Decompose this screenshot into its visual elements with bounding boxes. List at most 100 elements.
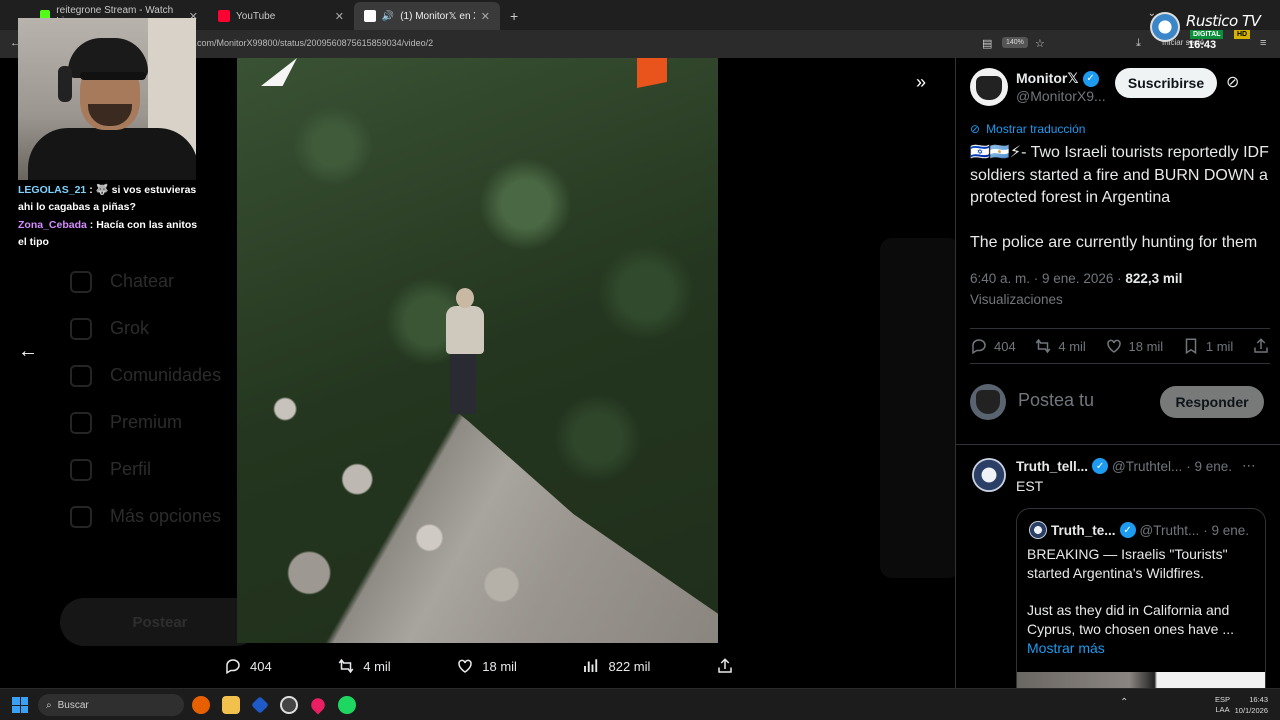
folder-icon[interactable] (222, 696, 240, 714)
reply-button[interactable]: 404 (224, 657, 272, 675)
chevron-up-icon[interactable]: ⌃ (1120, 697, 1128, 708)
verified-badge-icon: ✓ (1092, 458, 1109, 474)
tab-youtube[interactable]: YouTube ✕ (208, 2, 354, 30)
channel-tag: DIGITAL (1190, 30, 1224, 39)
zoom-badge[interactable]: 140% (1002, 37, 1028, 48)
hd-badge: HD (1234, 30, 1251, 39)
map-pin-icon[interactable] (308, 695, 328, 715)
avatar[interactable] (972, 458, 1006, 492)
tweet-text: 🇮🇱🇦🇷⚡- Two Israeli tourists reportedly I… (970, 142, 1270, 276)
back-arrow-icon[interactable]: ← (18, 340, 38, 363)
heart-icon (458, 659, 472, 673)
video-player[interactable] (237, 58, 718, 643)
views-label: Visualizaciones (970, 292, 1063, 307)
bookmark-icon (1185, 338, 1197, 355)
show-translation-link[interactable]: ⊘ Mostrar traducción (970, 122, 1085, 136)
share-button[interactable] (1252, 337, 1270, 355)
views-button[interactable]: 822 mil (582, 657, 650, 675)
quote-text: BREAKING — Israelis "Tourists" started A… (1027, 545, 1259, 658)
channel-logo: Rustico TV DIGITAL HD 16:43 (1150, 6, 1268, 54)
more-icon[interactable]: ⋯ (1242, 458, 1256, 474)
download-icon[interactable]: ⤓ (1136, 37, 1141, 50)
video-person (442, 288, 486, 418)
reply-icon (226, 659, 240, 675)
reply-button[interactable]: 404 (970, 337, 1016, 355)
mail-icon (70, 270, 92, 293)
show-more-link[interactable]: Mostrar más (1027, 640, 1105, 656)
grok-icon (70, 317, 92, 340)
expand-icon[interactable]: » (916, 72, 926, 93)
reply-author-name[interactable]: Truth_tell... (1016, 459, 1088, 474)
speaker-icon[interactable]: 🔊 (382, 11, 394, 22)
reply-author-handle[interactable]: @Truthtel... (1112, 459, 1182, 474)
youtube-icon (218, 10, 230, 22)
sidebar-item-more: Más opciones (70, 493, 221, 540)
like-button[interactable]: 18 mil (1105, 337, 1163, 355)
like-button[interactable]: 18 mil (456, 657, 517, 675)
author-name[interactable]: Monitor𝕏 ✓ (1016, 70, 1099, 87)
taskbar-clock[interactable]: 16:43 10/1/2026 (1235, 694, 1268, 716)
repost-button[interactable]: 4 mil (1034, 337, 1086, 355)
tweet-paragraph: 🇮🇱🇦🇷⚡- Two Israeli tourists reportedly I… (970, 144, 1269, 206)
repost-button[interactable]: 4 mil (337, 657, 391, 675)
bookmark-button[interactable]: 1 mil (1182, 337, 1233, 355)
avatar (970, 384, 1006, 420)
sidebar-nav: Chatear Grok Comunidades Premium Perfil … (70, 258, 221, 540)
reply-input[interactable]: Postea tu (1018, 390, 1094, 411)
language-indicator[interactable]: ESP LAA (1215, 695, 1230, 715)
quote-media-thumbnail[interactable] (1017, 672, 1265, 688)
reply-submit-button[interactable]: Responder (1160, 386, 1264, 418)
tweet-timestamp[interactable]: 6:40 a. m. · 9 ene. 2026 · (970, 271, 1125, 286)
url-field[interactable]: x.com/MonitorX99800/status/2009560875615… (190, 38, 433, 48)
video-action-bar: 404 4 mil 18 mil 822 mil (224, 654, 734, 678)
new-tab-button[interactable]: + (500, 8, 528, 30)
close-icon[interactable]: ✕ (335, 10, 344, 23)
firefox-icon[interactable] (192, 696, 210, 714)
reply-count: 404 (250, 658, 272, 674)
author-handle[interactable]: @MonitorX9... (1016, 88, 1106, 104)
search-icon: ⌕ (46, 699, 52, 711)
tweet-action-bar: 404 4 mil 18 mil 1 mil (970, 328, 1270, 364)
quote-paragraph: Just as they did in California and Cypru… (1027, 602, 1234, 656)
close-icon[interactable]: ✕ (481, 10, 490, 23)
repost-icon (1036, 338, 1051, 354)
obs-icon[interactable] (280, 696, 298, 714)
tab-x[interactable]: 🔊 (1) Monitor𝕏 en X: "🇮🇱🇦🇷 ✕ (354, 2, 500, 30)
post-button: Postear (60, 598, 260, 646)
chat-username: Zona_Cebada (18, 219, 87, 231)
windows-taskbar: ⌕ Buscar ⌃ ESP LAA 16:43 10/1/2026 (0, 688, 1280, 720)
tab-label: YouTube (236, 10, 276, 22)
quote-header: Truth_te... ✓ @Trutht... · 9 ene. (1029, 521, 1249, 539)
spotify-icon[interactable] (338, 696, 356, 714)
tab-label: (1) Monitor𝕏 en X: "🇮🇱🇦🇷 (400, 10, 475, 22)
share-icon (718, 658, 732, 673)
share-button[interactable] (716, 657, 734, 675)
sidebar-item-grok: Grok (70, 305, 221, 352)
person-icon (70, 458, 92, 481)
like-count: 18 mil (482, 658, 517, 674)
quoted-tweet[interactable]: Truth_te... ✓ @Trutht... · 9 ene. BREAKI… (1016, 508, 1266, 688)
reply-composer: Postea tu Responder (970, 378, 1270, 426)
reader-icon[interactable]: ▤ (982, 37, 992, 50)
tweet-meta: 6:40 a. m. · 9 ene. 2026 · 822,3 mil Vis… (970, 268, 1270, 310)
windows-start-icon[interactable] (12, 697, 28, 713)
tweet-panel: Monitor𝕏 ✓ @MonitorX9... Suscribirse ⊘ ⊘… (955, 58, 1280, 688)
grok-icon[interactable]: ⊘ (1226, 72, 1239, 92)
quote-author-name: Truth_te... (1051, 522, 1116, 538)
channel-name: Rustico TV (1186, 12, 1261, 30)
stream-clock: 16:43 (1188, 39, 1217, 51)
taskbar-search[interactable]: ⌕ Buscar (38, 694, 184, 716)
avatar[interactable] (970, 68, 1008, 106)
chat-username: LEGOLAS_21 (18, 184, 87, 196)
star-icon[interactable]: ☆ (1035, 37, 1045, 50)
subscribe-button[interactable]: Suscribirse (1115, 68, 1217, 98)
repost-count: 4 mil (363, 658, 391, 674)
quote-author-handle: @Trutht... (1139, 522, 1200, 538)
app-icon[interactable] (251, 696, 269, 714)
chat-message: LEGOLAS_21 : 🐺 si vos estuvieras ahi lo … (18, 182, 200, 216)
share-icon (1254, 338, 1268, 353)
heart-icon (1106, 339, 1121, 353)
views-count: 822 mil (608, 658, 651, 674)
divider (956, 444, 1280, 445)
headset-icon (58, 66, 72, 102)
